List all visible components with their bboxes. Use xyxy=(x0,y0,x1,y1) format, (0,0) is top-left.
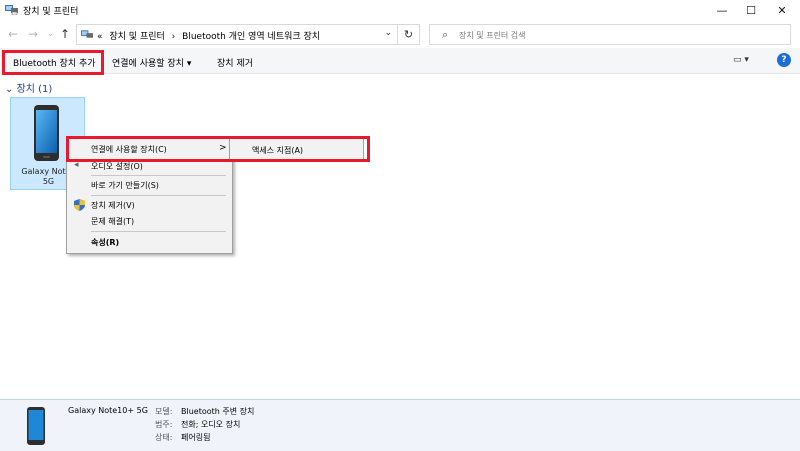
title-bar: 장치 및 프린터 — ☐ ✕ xyxy=(0,0,800,21)
chevron-down-icon: ▾ xyxy=(186,59,192,69)
breadcrumb-separator-icon[interactable]: › xyxy=(172,32,176,42)
menu-item-properties[interactable]: 속성(R) xyxy=(67,234,232,250)
details-model-value: Bluetooth 주변 장치 xyxy=(181,407,255,416)
search-input[interactable]: 장치 및 프린터 검색 xyxy=(459,30,526,41)
details-status-value: 페어링됨 xyxy=(181,433,211,442)
details-category-value: 전화; 오디오 장치 xyxy=(181,420,241,429)
command-bar: Bluetooth 장치 추가 연결에 사용할 장치 ▾ 장치 제거 ▭ ▾ ? xyxy=(0,48,800,75)
breadcrumb: « 장치 및 프린터 › Bluetooth 개인 영역 네트워크 장치 xyxy=(97,29,324,42)
change-view-button[interactable]: ▭ ▾ xyxy=(733,55,749,65)
help-icon[interactable]: ? xyxy=(777,53,791,67)
phone-icon xyxy=(34,105,59,161)
details-model-key: 모델: xyxy=(155,407,173,416)
details-category-key: 범주: xyxy=(155,420,173,429)
details-pane: Galaxy Note10+ 5G 모델: Bluetooth 주변 장치 범주… xyxy=(0,399,800,451)
menu-item-label: 속성(R) xyxy=(91,238,120,247)
phone-icon xyxy=(27,407,45,445)
details-device-name: Galaxy Note10+ 5G xyxy=(68,406,148,415)
menu-item-remove-device[interactable]: 장치 제거(V) xyxy=(67,197,232,213)
up-button[interactable]: ↑ xyxy=(60,27,70,41)
devices-printers-window: 장치 및 프린터 — ☐ ✕ ← → ⌄ ↑ « 장치 및 프린터 › Blue… xyxy=(0,0,800,451)
menu-item-label: 오디오 설정(O) xyxy=(91,162,143,171)
address-bar[interactable]: « 장치 및 프린터 › Bluetooth 개인 영역 네트워크 장치 ⌄ xyxy=(76,24,398,45)
connect-using-button[interactable]: 연결에 사용할 장치 ▾ xyxy=(112,56,191,69)
maximize-button[interactable]: ☐ xyxy=(738,0,764,21)
menu-item-label: 문제 해결(T) xyxy=(91,217,135,226)
back-button[interactable]: ← xyxy=(8,27,18,41)
search-box[interactable]: ⌕ 장치 및 프린터 검색 xyxy=(429,24,791,45)
recent-locations-chevron-icon[interactable]: ⌄ xyxy=(47,29,54,38)
breadcrumb-item-devices-printers[interactable]: 장치 및 프린터 xyxy=(109,32,164,42)
menu-item-troubleshoot[interactable]: 문제 해결(T) xyxy=(67,213,232,229)
breadcrumb-overflow[interactable]: « xyxy=(97,32,103,42)
uac-shield-icon xyxy=(74,199,85,211)
forward-button[interactable]: → xyxy=(28,27,38,41)
menu-separator xyxy=(91,175,226,176)
highlight-box xyxy=(66,136,370,162)
minimize-button[interactable]: — xyxy=(709,0,735,21)
menu-item-create-shortcut[interactable]: 바로 가기 만들기(S) xyxy=(67,177,232,193)
group-label: 장치 (1) xyxy=(16,84,53,95)
address-dropdown-icon[interactable]: ⌄ xyxy=(384,28,392,38)
navigation-bar: ← → ⌄ ↑ « 장치 및 프린터 › Bluetooth 개인 영역 네트워… xyxy=(0,21,800,48)
menu-item-label: 바로 가기 만들기(S) xyxy=(91,181,159,190)
breadcrumb-item-bluetooth-pan[interactable]: Bluetooth 개인 영역 네트워크 장치 xyxy=(182,32,320,42)
search-icon: ⌕ xyxy=(442,28,449,41)
close-button[interactable]: ✕ xyxy=(769,0,795,21)
devices-printers-icon xyxy=(81,30,93,38)
highlight-box xyxy=(2,50,104,75)
refresh-button[interactable]: ↻ xyxy=(398,24,420,45)
devices-printers-icon xyxy=(5,5,18,15)
details-status-key: 상태: xyxy=(155,433,173,442)
window-title: 장치 및 프린터 xyxy=(23,7,79,17)
connect-using-label: 연결에 사용할 장치 xyxy=(112,59,184,69)
menu-separator xyxy=(91,195,226,196)
chevron-down-icon: ⌄ xyxy=(5,84,14,95)
remove-device-button[interactable]: 장치 제거 xyxy=(217,56,253,69)
refresh-icon: ↻ xyxy=(403,28,414,41)
menu-item-label: 장치 제거(V) xyxy=(91,201,135,210)
menu-separator xyxy=(91,231,226,232)
group-header-devices[interactable]: ⌄ 장치 (1) xyxy=(5,80,52,95)
